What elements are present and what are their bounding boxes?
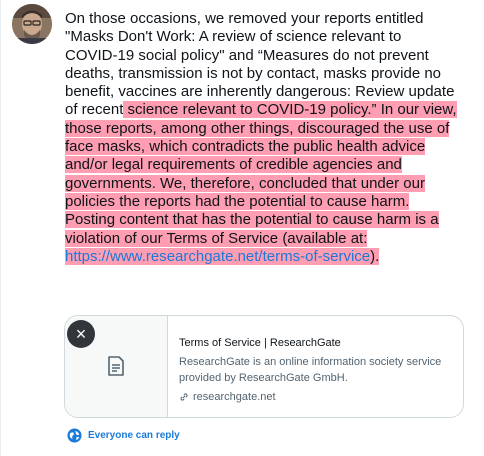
card-body: Terms of Service | ResearchGate Research… <box>179 336 455 404</box>
reply-setting-label: Everyone can reply <box>88 430 180 441</box>
tweet-text-highlighted: science relevant to COVID-19 policy.” In… <box>65 101 457 247</box>
close-icon[interactable]: × <box>67 320 95 348</box>
avatar-photo <box>12 4 52 44</box>
reply-setting[interactable]: Everyone can reply <box>67 428 180 443</box>
link-preview-card[interactable]: × Terms of Service | ResearchGate Resear… <box>64 315 464 418</box>
terms-of-service-link[interactable]: https://www.researchgate.net/terms-of-se… <box>65 247 371 265</box>
avatar[interactable] <box>12 4 52 44</box>
card-title: Terms of Service | ResearchGate <box>179 337 341 349</box>
tweet-text-end: ). <box>370 247 380 265</box>
tweet-container: On those occasions, we removed your repo… <box>0 0 484 456</box>
card-description: ResearchGate is an online information so… <box>179 356 442 384</box>
link-icon <box>180 393 188 401</box>
tweet-text: On those occasions, we removed your repo… <box>65 10 457 266</box>
document-icon <box>108 356 124 376</box>
card-domain-label: researchgate.net <box>193 391 276 403</box>
globe-icon <box>67 428 82 443</box>
card-domain: researchgate.net <box>179 390 455 404</box>
